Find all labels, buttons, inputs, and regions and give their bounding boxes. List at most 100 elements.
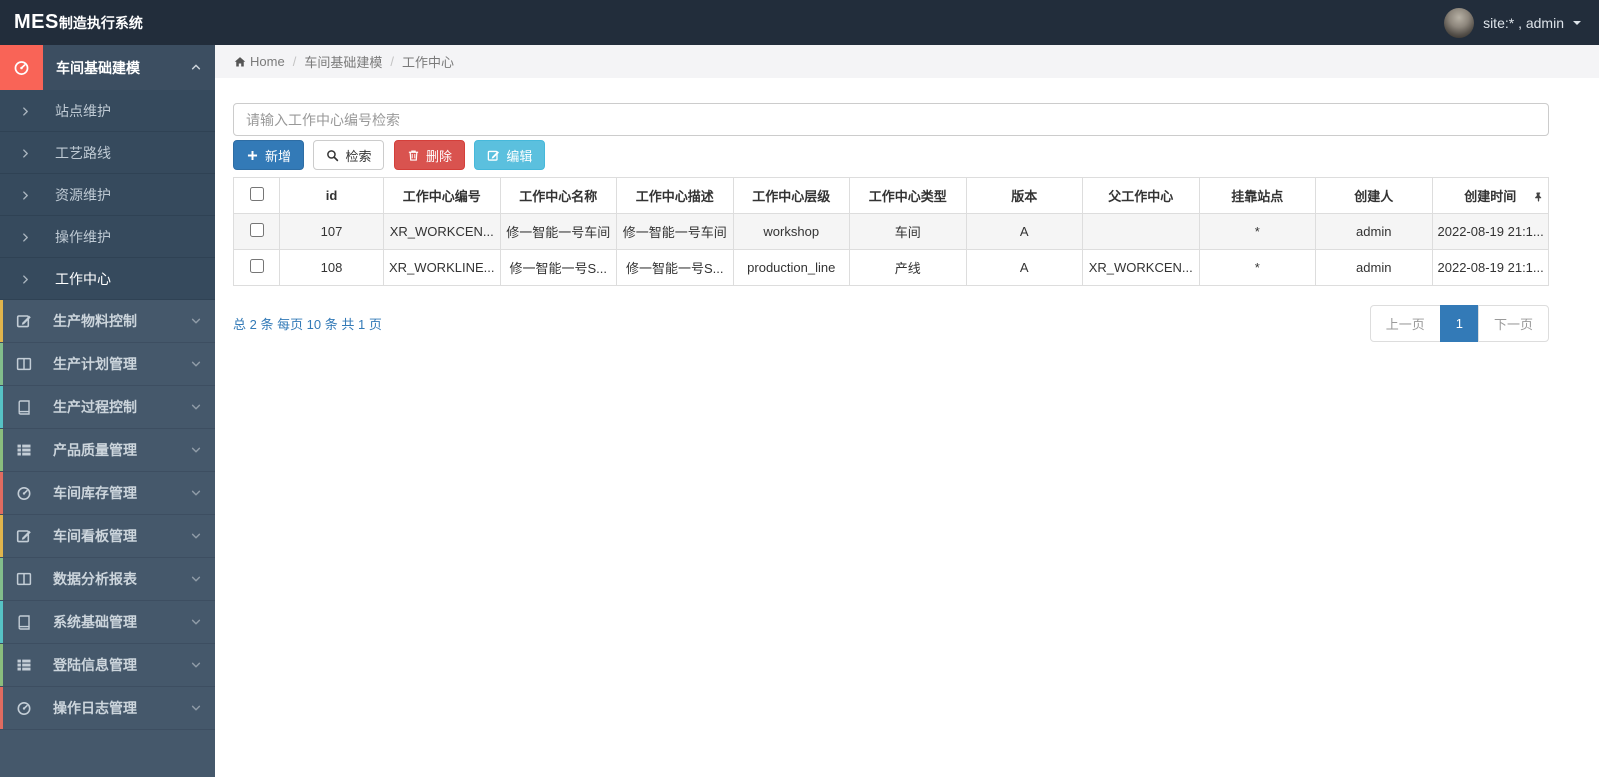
sidebar-item[interactable]: 操作日志管理 [0,687,215,730]
next-page-button[interactable]: 下一页 [1477,305,1549,342]
gauge-icon [16,700,32,716]
row-select-cell [233,249,280,286]
sidebar-item-label: 生产物料控制 [53,313,137,329]
page-1-button[interactable]: 1 [1439,305,1479,342]
search-icon [326,149,339,162]
add-button[interactable]: 新增 [233,140,305,170]
sidebar-item-label: 登陆信息管理 [53,657,137,673]
column-header: 版本 [965,177,1083,214]
prev-page-button[interactable]: 上一页 [1369,305,1441,342]
chevron-down-icon [190,484,202,502]
breadcrumb-item-module[interactable]: 车间基础建模 [304,52,382,71]
sidebar-item[interactable]: 生产过程控制 [0,386,215,429]
row-checkbox[interactable] [249,223,264,237]
sidebar-subitem[interactable]: 操作维护 [0,216,215,258]
pin-column-icon[interactable] [1533,188,1544,203]
th-list-icon [16,442,32,458]
edit-button-label: 编辑 [506,148,533,164]
user-label: site:* , admin [1483,14,1564,31]
top-navbar: MES制造执行系统 site:* , admin [0,0,1599,45]
sidebar-subitem-label: 资源维护 [55,186,111,203]
sidebar-item-label: 操作日志管理 [53,700,137,716]
accent-strip [0,644,3,686]
sidebar-item[interactable]: 系统基础管理 [0,601,215,644]
sidebar-item[interactable]: 登陆信息管理 [0,644,215,687]
select-all-checkbox[interactable] [249,187,264,201]
th-list-icon [16,657,32,673]
table-cell: * [1198,249,1316,286]
table-cell: admin [1315,249,1433,286]
book-icon [16,614,32,630]
sidebar-item-parent-active[interactable]: 车间基础建模 [0,45,215,90]
app-logo[interactable]: MES制造执行系统 [0,11,143,34]
app-logo-bold: MES [14,11,59,33]
chevron-down-icon [190,312,202,330]
accent-strip [0,687,3,729]
table-cell: 2022-08-19 21:1... [1431,249,1549,286]
row-checkbox[interactable] [249,259,264,273]
sidebar-item[interactable]: 车间看板管理 [0,515,215,558]
chevron-up-icon [190,59,202,77]
gauge-icon [16,485,32,501]
breadcrumb-home[interactable]: Home [250,54,285,69]
sidebar-subitem[interactable]: 站点维护 [0,90,215,132]
pagination-summary: 总 2 条 每页 10 条 共 1 页 [233,317,382,332]
table-row[interactable]: 108 XR_WORKLINE... 修一智能一号S... 修一智能一号S... pro… [233,249,1549,286]
column-header: 工作中心层级 [732,177,850,214]
columns-icon [16,570,32,588]
pencil-square-icon [16,527,32,545]
sidebar-item[interactable]: 生产物料控制 [0,300,215,343]
sidebar-subitem[interactable]: 工作中心 [0,258,215,300]
delete-button[interactable]: 删除 [393,140,465,170]
edit-icon [487,149,500,162]
table-row[interactable]: 107 XR_WORKCEN... 修一智能一号车间 修一智能一号车间 workshop… [233,213,1549,250]
columns-icon [16,355,32,373]
sidebar-item-label: 数据分析报表 [53,571,137,587]
edit-button[interactable]: 编辑 [474,140,546,170]
chevron-down-icon [190,527,202,545]
sidebar-item[interactable]: 生产计划管理 [0,343,215,386]
chevron-down-icon [190,570,202,588]
chevron-right-icon [20,274,31,285]
chevron-right-icon [20,103,31,119]
chevron-right-icon [20,232,31,243]
gauge-icon [16,484,32,502]
search-button[interactable]: 检索 [313,140,385,170]
book-icon [16,613,32,631]
accent-strip [0,558,3,600]
table-cell: 修一智能一号车间 [499,213,617,250]
sidebar-item[interactable]: 数据分析报表 [0,558,215,601]
sidebar-item[interactable]: 产品质量管理 [0,429,215,472]
chevron-down-icon [190,355,202,373]
pencil-square-icon [16,313,32,329]
chevron-right-icon [20,145,31,161]
sidebar-subitem[interactable]: 工艺路线 [0,132,215,174]
accent-strip [0,515,3,557]
chevron-down-icon [190,573,202,585]
user-menu[interactable]: site:* , admin [1444,7,1599,38]
breadcrumb: Home / 车间基础建模 / 工作中心 [215,45,1599,78]
sidebar-subitem[interactable]: 资源维护 [0,174,215,216]
sidebar-item-label: 生产计划管理 [53,356,137,372]
chevron-right-icon [20,187,31,203]
sidebar-menu: 车间基础建模 站点维护 工艺路线 资源维护 操作维护 工作中心 生产物料控制 生… [0,45,215,730]
add-button-label: 新增 [265,148,292,164]
accent-strip [0,429,3,471]
sidebar-item-label: 生产过程控制 [53,399,137,415]
column-header: 工作中心类型 [849,177,967,214]
workcenter-table: id 工作中心编号 工作中心名称 工作中心描述 工作中心层级 工作中心类型 版本 父工作中心挂… [233,177,1549,286]
chevron-right-icon [20,106,31,117]
pager: 上一页 1 下一页 [1369,305,1549,342]
table-cell [1082,213,1200,250]
search-input[interactable] [233,103,1549,136]
table-cell: XR_WORKCEN... [1082,249,1200,286]
columns-icon [16,356,32,372]
sidebar-item[interactable]: 车间库存管理 [0,472,215,515]
table-footer: 总 2 条 每页 10 条 共 1 页 上一页 1 下一页 [233,305,1549,342]
accent-strip [0,472,3,514]
th-list-icon [16,656,32,674]
chevron-down-icon [190,616,202,628]
column-header: id [279,177,384,214]
chevron-down-icon [190,441,202,459]
sidebar-item-label: 车间库存管理 [53,485,137,501]
